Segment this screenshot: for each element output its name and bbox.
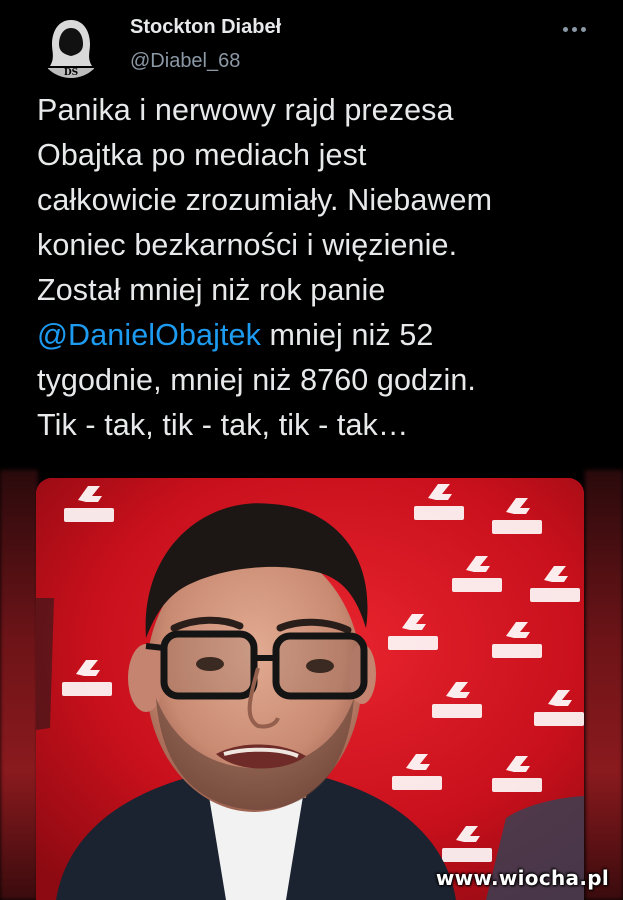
tweet-line: Panika i nerwowy rajd prezesa: [37, 93, 454, 127]
svg-text:DS: DS: [64, 68, 78, 78]
tweet-text: Panika i nerwowy rajd prezesa Obajtka po…: [37, 88, 597, 448]
display-name[interactable]: Stockton Diabeł: [130, 16, 281, 39]
tweet: DS Stockton Diabeł @Diabel_68 Panika i n…: [0, 0, 623, 900]
avatar[interactable]: DS: [38, 12, 104, 78]
dot-icon: [571, 26, 577, 32]
mention-link[interactable]: @DanielObajtek: [37, 318, 261, 352]
tweet-line-mention: @DanielObajtek mniej niż 52: [37, 313, 597, 358]
hooded-figure-icon: DS: [38, 12, 104, 78]
tweet-line: Tik - tak, tik - tak, tik - tak…: [37, 408, 409, 442]
user-handle[interactable]: @Diabel_68: [130, 50, 240, 73]
photo-illustration: [36, 478, 584, 900]
tweet-line: Został mniej niż rok panie: [37, 273, 386, 307]
mention-trailing-text: mniej niż 52: [260, 318, 434, 352]
tweet-line: Obajtka po mediach jest: [37, 138, 367, 172]
watermark: www.wiocha.pl: [435, 866, 609, 890]
tweet-line: tygodnie, mniej niż 8760 godzin.: [37, 363, 476, 397]
dot-icon: [562, 26, 568, 32]
tweet-photo[interactable]: [36, 478, 584, 900]
tweet-line: całkowicie zrozumiały. Niebawem: [37, 183, 493, 217]
more-options-button[interactable]: [559, 16, 589, 42]
dot-icon: [580, 26, 586, 32]
tweet-line: koniec bezkarności i więzienie.: [37, 228, 458, 262]
